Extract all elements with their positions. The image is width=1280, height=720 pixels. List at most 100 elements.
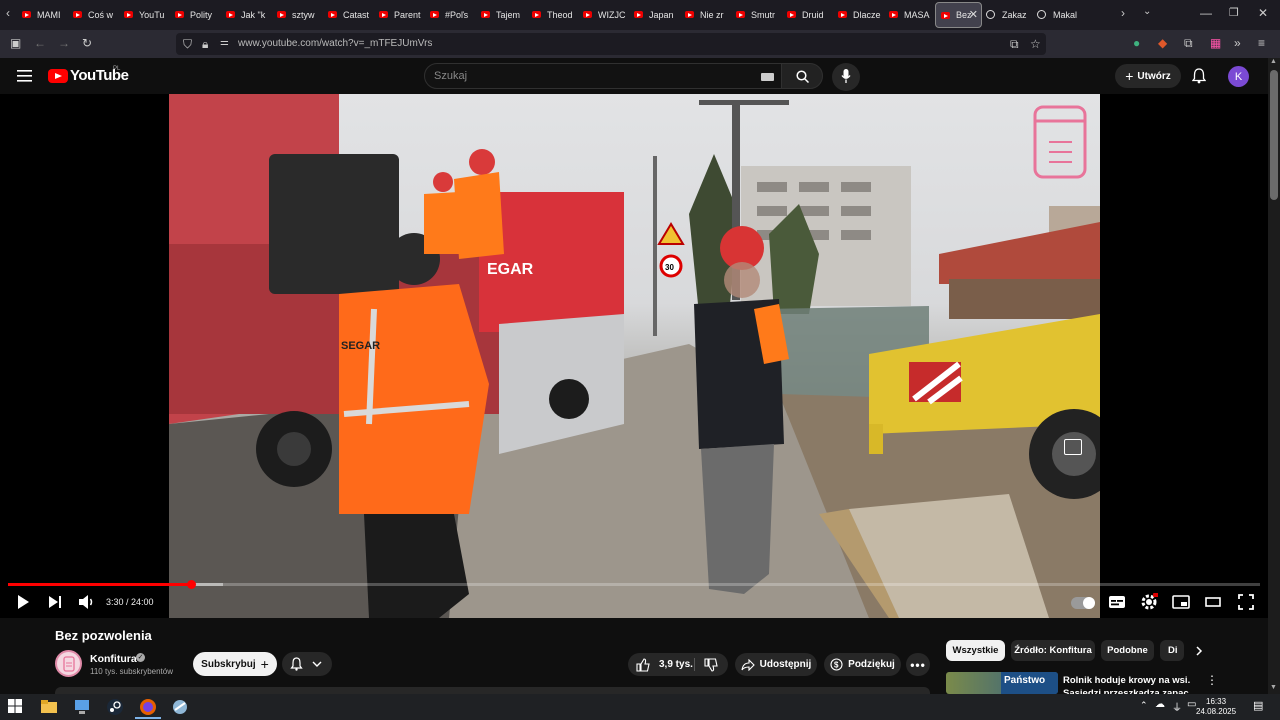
app-menu-icon[interactable]: ≡ (1258, 36, 1265, 50)
page-scrollbar[interactable]: ▲ ▼ (1268, 58, 1280, 694)
volume-icon[interactable] (78, 593, 96, 611)
onedrive-icon[interactable]: ☁︎ (1155, 699, 1165, 710)
progress-scrubber[interactable] (186, 580, 196, 589)
scroll-up-icon[interactable]: ▲ (1270, 58, 1277, 65)
like-count[interactable]: 3,9 tys. (659, 659, 693, 670)
notifications-bell-icon[interactable] (1192, 68, 1206, 84)
browser-tab[interactable]: Polity (170, 2, 221, 28)
tab-scroll-right-icon[interactable]: › (1121, 6, 1125, 20)
video-player[interactable]: 30 EGAR SEGAR 3:30 / 24:00 (0, 94, 1268, 618)
theater-mode-icon[interactable] (1204, 593, 1222, 611)
browser-tab[interactable]: #Poľs (425, 2, 476, 28)
filter-chip[interactable]: Wszystkie (946, 640, 1005, 661)
miniplayer-icon[interactable] (1172, 593, 1190, 611)
dislike-icon[interactable] (704, 658, 718, 672)
channel-avatar[interactable] (55, 650, 82, 677)
computer-icon[interactable] (73, 698, 91, 716)
browser-tab[interactable]: WIZJC (578, 2, 629, 28)
sidebar-toggle-icon[interactable]: ▣ (10, 36, 21, 50)
browser-tab[interactable]: Dlacze (833, 2, 884, 28)
thanks-button[interactable]: $ Podziękuj (824, 653, 901, 676)
browser-tab[interactable]: YouTu (119, 2, 170, 28)
browser-tab[interactable]: Coś w (68, 2, 119, 28)
account-avatar[interactable]: K (1228, 66, 1249, 87)
filter-chip[interactable]: Źródło: Konfitura (1011, 640, 1095, 661)
tray-overflow-icon[interactable]: ⌃ (1140, 700, 1148, 711)
chips-next-chevron-icon[interactable] (1195, 646, 1203, 656)
browser-tab[interactable]: Smutr (731, 2, 782, 28)
bookmark-star-icon[interactable]: ☆ (1030, 37, 1041, 51)
play-icon[interactable] (16, 593, 30, 611)
keyboard-icon[interactable] (761, 73, 774, 81)
fullscreen-icon[interactable] (1237, 593, 1255, 611)
video-frame[interactable]: 30 EGAR SEGAR (169, 94, 1100, 618)
share-button[interactable]: Udostępnij (735, 653, 817, 676)
description-box[interactable] (55, 687, 930, 694)
recommendation-thumbnail[interactable]: Państwo (946, 672, 1058, 694)
more-actions-button[interactable]: ••• (906, 653, 930, 676)
extension-shield-icon[interactable]: ● (1133, 36, 1140, 50)
browser-tab[interactable]: Nie zr (680, 2, 731, 28)
browser-tab[interactable]: Japan (629, 2, 680, 28)
recommendation-menu-icon[interactable]: ⋮ (1206, 673, 1218, 687)
lock-icon[interactable]: 🔒︎ (202, 37, 208, 52)
browser-tab[interactable]: sztyw (272, 2, 323, 28)
app-icon[interactable] (171, 698, 189, 716)
product-info-icon[interactable] (1064, 439, 1082, 455)
browser-tab[interactable]: Bez ✕ (935, 2, 982, 28)
shield-icon[interactable]: ⛉ (183, 37, 192, 52)
browser-tab[interactable]: MASA (884, 2, 935, 28)
back-icon[interactable]: ← (34, 36, 46, 50)
extension-fox-icon[interactable]: ◆ (1158, 36, 1167, 50)
close-tab-icon[interactable]: ✕ (969, 8, 978, 21)
browser-tab[interactable]: Makal (1033, 2, 1084, 28)
settings-gear-icon[interactable] (1140, 593, 1158, 611)
extensions-puzzle-icon[interactable]: ⧉ (1184, 36, 1193, 51)
overflow-chevron-icon[interactable]: » (1234, 36, 1241, 50)
browser-tab[interactable]: Druid (782, 2, 833, 28)
next-video-icon[interactable] (47, 593, 63, 611)
forward-icon[interactable]: → (58, 36, 70, 50)
channel-name[interactable]: Konfitura (90, 653, 137, 665)
maximize-window-icon[interactable]: ❐ (1229, 6, 1239, 19)
filter-chip[interactable]: Podobne (1101, 640, 1154, 661)
taskbar-clock[interactable]: 16:33 24.08.2025 (1196, 697, 1236, 717)
scrollbar-thumb[interactable] (1270, 70, 1278, 200)
url-text[interactable]: www.youtube.com/watch?v=_mTFEJUmVrs (238, 38, 432, 49)
minimize-window-icon[interactable]: — (1200, 6, 1212, 20)
filter-chip[interactable]: Di (1160, 640, 1184, 661)
tab-scroll-left-icon[interactable]: ‹ (6, 6, 10, 20)
extension-badge-icon[interactable]: ▦ (1210, 36, 1221, 50)
browser-tab[interactable]: Theod (527, 2, 578, 28)
close-window-icon[interactable]: ✕ (1258, 6, 1268, 20)
browser-tab[interactable]: Catast (323, 2, 374, 28)
like-icon[interactable] (636, 657, 650, 672)
hamburger-menu-icon[interactable] (17, 70, 32, 82)
picture-icon[interactable]: ⧉ (1010, 37, 1019, 52)
create-button[interactable]: + Utwórz (1115, 64, 1181, 88)
youtube-logo-icon[interactable] (48, 69, 68, 83)
search-input[interactable]: Szukaj (424, 63, 782, 89)
firefox-icon[interactable] (139, 698, 157, 716)
notifications-icon[interactable]: ▤ (1253, 699, 1263, 712)
address-bar[interactable]: ⛉ 🔒︎ ⚌ www.youtube.com/watch?v=_mTFEJUmV… (176, 33, 1046, 55)
browser-tab[interactable]: MAMI (17, 2, 68, 28)
subscribe-button[interactable]: Subskrybuj + (193, 652, 277, 676)
voice-search-button[interactable] (832, 63, 860, 91)
browser-tab[interactable]: Parent (374, 2, 425, 28)
windows-start-icon[interactable] (8, 699, 26, 717)
usb-icon[interactable]: ⏚ (1172, 699, 1182, 714)
scroll-down-icon[interactable]: ▼ (1270, 684, 1277, 691)
autoplay-toggle[interactable] (1071, 597, 1095, 609)
browser-tab[interactable]: Jak "k (221, 2, 272, 28)
browser-tab[interactable]: Zakaz (982, 2, 1033, 28)
tab-list-menu-icon[interactable]: ⌄ (1143, 6, 1151, 17)
search-button[interactable] (781, 63, 823, 89)
reload-icon[interactable]: ↻ (82, 36, 92, 50)
file-explorer-icon[interactable] (40, 698, 58, 716)
steam-icon[interactable] (106, 698, 124, 716)
browser-tab[interactable]: Tajem (476, 2, 527, 28)
subtitles-icon[interactable] (1108, 593, 1126, 611)
permissions-icon[interactable]: ⚌ (220, 37, 229, 48)
notification-settings-button[interactable] (282, 652, 332, 676)
